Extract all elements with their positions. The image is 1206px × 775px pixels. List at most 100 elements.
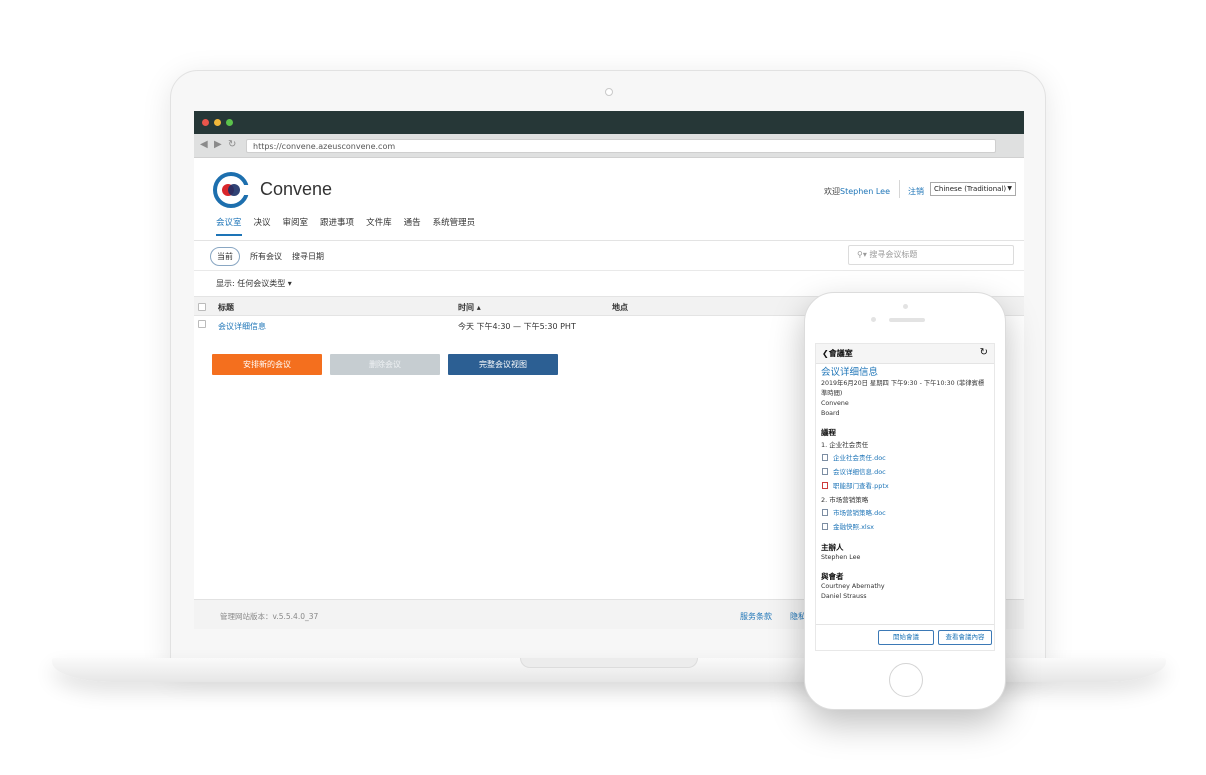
agenda-file-link[interactable]: 市场营销策略.doc [821, 506, 989, 520]
meeting-datetime: 2019年6月20日 星期四 下午9:30 - 下午10:30 (菲律賓標準時間… [821, 380, 985, 397]
phone-speaker [889, 318, 925, 322]
convene-logo-icon [213, 172, 249, 208]
main-menu: 会议室 决议 审阅室 跟进事项 文件库 通告 系统管理员 [216, 216, 475, 236]
attendee-name: Courtney Abernathy [821, 583, 885, 590]
menu-item-0[interactable]: 会议室 [216, 216, 242, 236]
phone-screen: ❮會議室 ↻ 会议详细信息 2019年6月20日 星期四 下午9:30 - 下午… [815, 343, 995, 651]
url-field[interactable]: https://convene.azeusconvene.com [246, 139, 996, 153]
phone-front-camera [871, 317, 876, 322]
tab-search-date[interactable]: 搜寻日期 [292, 251, 324, 262]
host-heading: 主辦人 [821, 543, 844, 552]
attendees-heading: 與會者 [821, 572, 844, 581]
menu-item-1[interactable]: 决议 [254, 216, 271, 236]
search-placeholder: 搜寻会议标题 [869, 250, 918, 259]
full-meeting-view-button[interactable]: 完整会议视图 [448, 354, 558, 375]
marketing-mockup: ◀ ▶ ↻ https://convene.azeusconvene.com C… [0, 0, 1206, 775]
current-user-link[interactable]: Stephen Lee [840, 187, 890, 196]
agenda-item: 1. 企业社会责任 [821, 441, 869, 449]
document-icon [822, 454, 828, 461]
select-all-checkbox[interactable] [198, 303, 206, 311]
agenda-item: 2. 市场营销策略 [821, 496, 869, 504]
menu-divider [194, 240, 1024, 241]
app-header: Convene 欢迎Stephen Lee 注销 Chinese (Tradit… [194, 158, 1024, 238]
back-arrow-icon[interactable]: ◀ [200, 139, 208, 150]
sort-ascending-icon: ▴ [476, 303, 481, 312]
logout-link[interactable]: 注销 [908, 186, 924, 197]
phone-home-button[interactable] [889, 663, 923, 697]
agenda-file-link[interactable]: 企业社会责任.doc [821, 451, 989, 465]
close-window-icon[interactable] [202, 119, 209, 126]
agenda-heading: 議程 [821, 428, 836, 437]
laptop-notch [520, 658, 698, 668]
meeting-type: Board [821, 410, 840, 417]
back-to-meeting-room-button[interactable]: ❮會議室 [822, 348, 853, 359]
column-time-label: 时间 [458, 303, 474, 312]
version-text: 管理网站版本：v.5.5.4.0_37 [220, 612, 319, 621]
schedule-meeting-button[interactable]: 安排新的会议 [212, 354, 322, 375]
browser-titlebar [194, 111, 1024, 134]
column-time[interactable]: 时间 ▴ [458, 302, 481, 313]
agenda-file-link[interactable]: 金融快照.xlsx [821, 520, 989, 534]
meeting-organization: Convene [821, 400, 849, 407]
column-location[interactable]: 地点 [612, 302, 628, 313]
menu-item-4[interactable]: 文件库 [366, 216, 392, 236]
forward-arrow-icon[interactable]: ▶ [214, 139, 222, 150]
refresh-icon[interactable]: ↻ [980, 347, 988, 358]
meeting-detail-title: 会议详细信息 [821, 367, 879, 378]
meeting-details: 会议详细信息 2019年6月20日 星期四 下午9:30 - 下午10:30 (… [821, 367, 989, 602]
document-icon [822, 509, 828, 516]
filter-label: 显示: [216, 279, 235, 288]
brand-name: Convene [260, 179, 333, 199]
file-name: 职能部门查看.pptx [833, 482, 889, 490]
view-meeting-content-button[interactable]: 查看會議內容 [938, 630, 992, 645]
reload-icon[interactable]: ↻ [228, 139, 236, 150]
file-name: 市场营销策略.doc [833, 509, 886, 517]
menu-item-3[interactable]: 跟进事项 [320, 216, 354, 236]
meeting-time: 今天 下午4:30 — 下午5:30 PHT [458, 322, 576, 331]
phone-action-bar: 開始會議 查看會議內容 [816, 624, 994, 650]
meeting-type-filter[interactable]: 显示: 任何会议类型 ▾ [216, 278, 292, 289]
agenda-file-link[interactable]: 职能部门查看.pptx [821, 479, 989, 493]
document-icon [822, 523, 828, 530]
maximize-window-icon[interactable] [226, 119, 233, 126]
filter-divider [194, 270, 1024, 271]
header-separator [899, 180, 900, 198]
phone-nav-bar: ❮會議室 ↻ [816, 344, 994, 364]
back-label: 會議室 [828, 349, 853, 358]
meeting-subtabs: 当前 所有会议 搜寻日期 [210, 247, 324, 266]
menu-item-6[interactable]: 系统管理员 [433, 216, 476, 236]
file-name: 金融快照.xlsx [833, 523, 874, 531]
tab-all-meetings[interactable]: 所有会议 [250, 251, 282, 262]
column-title[interactable]: 标题 [218, 302, 234, 313]
meeting-search-input[interactable]: ⚲▾ 搜寻会议标题 [848, 245, 1014, 265]
address-bar: ◀ ▶ ↻ https://convene.azeusconvene.com [194, 134, 1024, 158]
chevron-down-icon: ▼ [1007, 185, 1012, 192]
meeting-title-link[interactable]: 会议详细信息 [218, 321, 266, 332]
phone-sensor [903, 304, 908, 309]
chevron-left-icon: ❮ [822, 349, 829, 358]
phone-frame: ❮會議室 ↻ 会议详细信息 2019年6月20日 星期四 下午9:30 - 下午… [804, 292, 1006, 710]
file-name: 会议详细信息.doc [833, 468, 886, 476]
language-value: Chinese (Traditional) [934, 185, 1007, 193]
laptop-camera [605, 88, 613, 96]
language-select[interactable]: Chinese (Traditional) ▼ [930, 182, 1016, 196]
welcome-prefix: 欢迎 [824, 187, 841, 196]
filter-value: 任何会议类型 [237, 279, 286, 288]
caret-down-icon: ▾ [287, 279, 292, 288]
row-checkbox[interactable] [198, 320, 206, 328]
terms-link[interactable]: 服务条款 [740, 611, 772, 622]
search-icon: ⚲▾ [857, 250, 870, 259]
tab-current[interactable]: 当前 [210, 247, 240, 266]
start-meeting-button[interactable]: 開始會議 [878, 630, 934, 645]
minimize-window-icon[interactable] [214, 119, 221, 126]
delete-meeting-button[interactable]: 删除会议 [330, 354, 440, 375]
menu-item-2[interactable]: 审阅室 [283, 216, 309, 236]
attendee-list: Courtney Abernathy Daniel Strauss [821, 582, 989, 602]
file-name: 企业社会责任.doc [833, 454, 886, 462]
welcome-text: 欢迎Stephen Lee [824, 186, 890, 197]
document-icon [822, 468, 828, 475]
attendee-name: Daniel Strauss [821, 593, 867, 600]
agenda-list: 1. 企业社会责任企业社会责任.doc 会议详细信息.doc 职能部门查看.pptx… [821, 440, 989, 534]
agenda-file-link[interactable]: 会议详细信息.doc [821, 465, 989, 479]
menu-item-5[interactable]: 通告 [404, 216, 421, 236]
